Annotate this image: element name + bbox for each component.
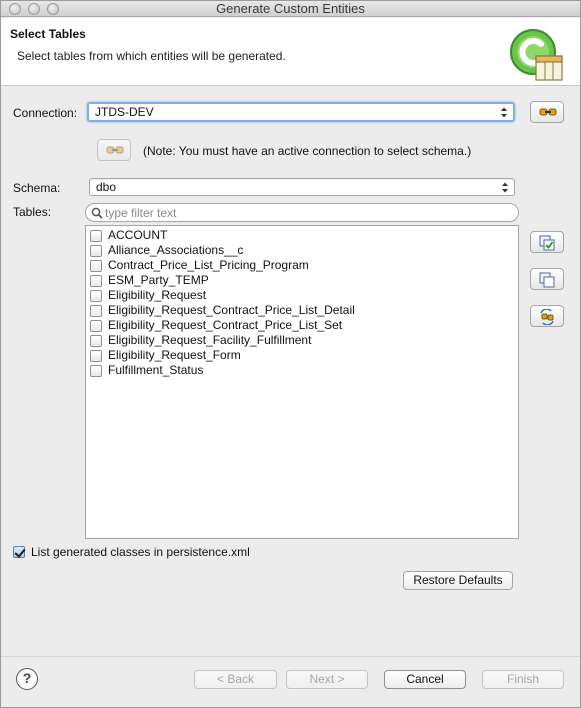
table-name: Eligibility_Request_Contract_Price_List_…	[108, 318, 343, 332]
wizard-banner-icon	[510, 29, 563, 81]
table-name: Eligibility_Request_Contract_Price_List_…	[108, 303, 355, 317]
table-checkbox[interactable]	[90, 364, 102, 377]
connection-note: (Note: You must have an active connectio…	[143, 144, 472, 158]
table-row[interactable]: Eligibility_Request_Form	[90, 348, 241, 363]
deselect-all-button[interactable]	[530, 268, 564, 290]
table-row[interactable]: ESM_Party_TEMP	[90, 273, 209, 288]
persistence-option[interactable]: List generated classes in persistence.xm…	[13, 545, 250, 559]
table-name: ACCOUNT	[108, 228, 168, 242]
chevron-updown-icon	[501, 107, 507, 118]
reconnect-icon	[106, 146, 124, 154]
connection-select[interactable]: JTDS-DEV	[87, 102, 515, 122]
table-name: Eligibility_Request	[108, 288, 207, 302]
table-row[interactable]: Eligibility_Request_Contract_Price_List_…	[90, 318, 342, 333]
table-checkbox[interactable]	[90, 229, 102, 242]
table-name: ESM_Party_TEMP	[108, 273, 209, 287]
finish-button[interactable]: Finish	[482, 670, 564, 689]
table-row[interactable]: Contract_Price_List_Pricing_Program	[90, 258, 309, 273]
table-checkbox[interactable]	[90, 259, 102, 272]
footer-divider	[1, 656, 580, 657]
next-button[interactable]: Next >	[286, 670, 368, 689]
table-name: Alliance_Associations__c	[108, 243, 244, 257]
tables-label: Tables:	[13, 205, 52, 219]
schema-label: Schema:	[13, 181, 61, 195]
connection-value: JTDS-DEV	[95, 105, 154, 119]
refresh-icon	[540, 309, 554, 325]
deselect-all-icon	[539, 272, 555, 288]
restore-defaults-button[interactable]: Restore Defaults	[403, 571, 513, 590]
schema-select[interactable]: dbo	[89, 178, 515, 196]
table-name: Eligibility_Request_Facility_Fulfillment	[108, 333, 312, 347]
table-name: Fulfillment_Status	[108, 363, 204, 377]
table-row[interactable]: ACCOUNT	[90, 228, 167, 243]
connection-label: Connection:	[13, 106, 78, 120]
table-filter-input[interactable]	[105, 205, 505, 220]
wizard-window: Generate Custom Entities Select Tables S…	[0, 0, 581, 708]
page-description: Select tables from which entities will b…	[17, 49, 286, 63]
back-button[interactable]: < Back	[194, 670, 277, 689]
select-all-button[interactable]	[530, 231, 564, 253]
search-icon	[91, 207, 103, 219]
header-banner: Select Tables Select tables from which e…	[1, 18, 580, 86]
table-row[interactable]: Fulfillment_Status	[90, 363, 203, 378]
connect-button[interactable]	[530, 101, 564, 123]
table-row[interactable]: Eligibility_Request	[90, 288, 206, 303]
table-checkbox[interactable]	[90, 304, 102, 317]
table-row[interactable]: Alliance_Associations__c	[90, 243, 243, 258]
table-row[interactable]: Eligibility_Request_Facility_Fulfillment	[90, 333, 311, 348]
cancel-button[interactable]: Cancel	[384, 670, 466, 689]
table-list[interactable]: ACCOUNT Alliance_Associations__c Contrac…	[85, 225, 519, 539]
table-checkbox[interactable]	[90, 349, 102, 362]
table-checkbox[interactable]	[90, 244, 102, 257]
chevron-updown-icon	[502, 182, 508, 193]
window-title: Generate Custom Entities	[216, 1, 365, 16]
table-checkbox[interactable]	[90, 334, 102, 347]
table-name: Eligibility_Request_Form	[108, 348, 241, 362]
table-name: Contract_Price_List_Pricing_Program	[108, 258, 309, 272]
persistence-checkbox[interactable]	[13, 546, 25, 558]
title-bar: Generate Custom Entities	[1, 1, 580, 17]
table-checkbox[interactable]	[90, 289, 102, 302]
page-title: Select Tables	[10, 27, 86, 41]
table-checkbox[interactable]	[90, 274, 102, 287]
refresh-button[interactable]	[530, 305, 564, 327]
persistence-label: List generated classes in persistence.xm…	[31, 545, 250, 559]
table-row[interactable]: Eligibility_Request_Contract_Price_List_…	[90, 303, 355, 318]
help-icon[interactable]: ?	[16, 668, 38, 690]
table-checkbox[interactable]	[90, 319, 102, 332]
connect-icon	[539, 108, 557, 116]
table-filter-field[interactable]	[85, 203, 519, 222]
schema-value: dbo	[96, 180, 117, 194]
reconnect-button[interactable]	[97, 139, 131, 161]
select-all-icon	[539, 235, 555, 251]
